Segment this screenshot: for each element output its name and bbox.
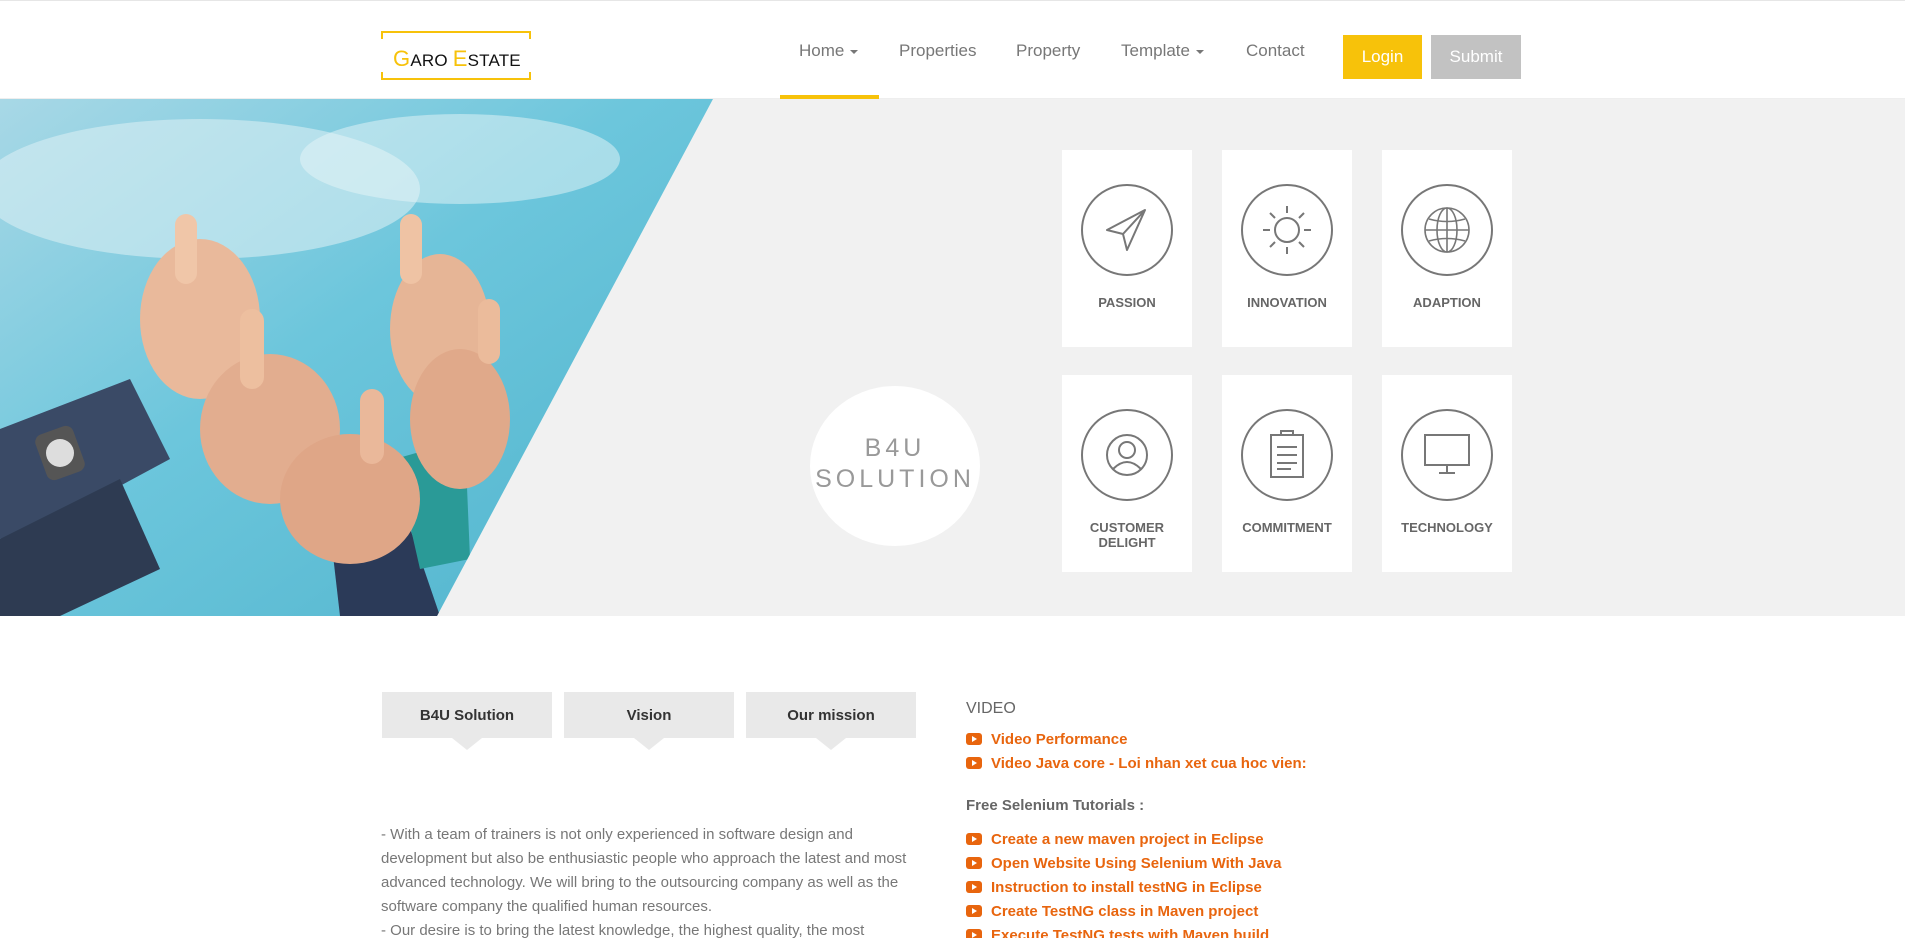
nav-item-template[interactable]: Template xyxy=(1121,41,1204,61)
nav-item-home[interactable]: Home xyxy=(799,41,859,61)
value-card-technology[interactable]: TECHNOLOGY xyxy=(1382,375,1512,572)
login-button[interactable]: Login xyxy=(1343,35,1422,79)
value-card-commitment[interactable]: COMMITMENT xyxy=(1222,375,1352,572)
value-card-adaption[interactable]: ADAPTION xyxy=(1382,150,1512,347)
badge-title-line2: SOLUTION xyxy=(815,465,975,493)
hero-section: B4U SOLUTION PASSION INNOVATION ADAPTION… xyxy=(0,99,1905,616)
tutorial-link[interactable]: Create a new maven project in Eclipse xyxy=(966,831,1282,855)
site-logo[interactable]: GARO ESTATE xyxy=(380,31,532,80)
tutorial-link[interactable]: Open Website Using Selenium With Java xyxy=(966,855,1282,879)
value-card-passion[interactable]: PASSION xyxy=(1062,150,1192,347)
about-paragraph: - Our desire is to bring the latest know… xyxy=(381,922,865,938)
video-link[interactable]: Video Java core - Loi nhan xet cua hoc v… xyxy=(966,755,1307,779)
tutorial-link[interactable]: Create TestNG class in Maven project xyxy=(966,903,1282,927)
video-link[interactable]: Video Performance xyxy=(966,731,1307,755)
card-label: INNOVATION xyxy=(1247,295,1327,310)
youtube-icon xyxy=(966,905,982,917)
nav-item-property[interactable]: Property xyxy=(1016,41,1080,61)
clipboard-icon xyxy=(1241,409,1333,501)
tab-vision[interactable]: Vision xyxy=(564,692,734,750)
globe-icon xyxy=(1401,184,1493,276)
video-links: Video Performance Video Java core - Loi … xyxy=(966,731,1307,779)
user-icon xyxy=(1081,409,1173,501)
tab-b4u-solution[interactable]: B4U Solution xyxy=(382,692,552,750)
youtube-icon xyxy=(966,881,982,893)
b4u-solution-badge: B4U SOLUTION xyxy=(810,386,980,546)
card-label: TECHNOLOGY xyxy=(1401,520,1493,535)
sun-icon xyxy=(1241,184,1333,276)
nav-item-contact[interactable]: Contact xyxy=(1246,41,1305,61)
chevron-down-icon xyxy=(1195,49,1204,54)
value-card-customer-delight[interactable]: CUSTOMER DELIGHT xyxy=(1062,375,1192,572)
card-label: COMMITMENT xyxy=(1242,520,1332,535)
tutorial-link[interactable]: Execute TestNG tests with Maven build xyxy=(966,927,1282,938)
youtube-icon xyxy=(966,833,982,845)
youtube-icon xyxy=(966,857,982,869)
tutorial-links: Create a new maven project in Eclipse Op… xyxy=(966,831,1282,938)
card-label: ADAPTION xyxy=(1413,295,1481,310)
nav-item-properties[interactable]: Properties xyxy=(899,41,976,61)
tab-our-mission[interactable]: Our mission xyxy=(746,692,916,750)
tutorial-link[interactable]: Instruction to install testNG in Eclipse xyxy=(966,879,1282,903)
site-header: GARO ESTATE Home Properties Property Tem… xyxy=(0,0,1905,99)
monitor-icon xyxy=(1401,409,1493,501)
about-paragraph: - With a team of trainers is not only ex… xyxy=(381,826,907,915)
youtube-icon xyxy=(966,929,982,938)
card-label: CUSTOMER DELIGHT xyxy=(1089,520,1165,550)
free-tutorials-heading: Free Selenium Tutorials : xyxy=(966,797,1145,814)
chevron-down-icon xyxy=(850,49,859,54)
paper-plane-icon xyxy=(1081,184,1173,276)
hero-thumbs-up-image xyxy=(0,99,713,616)
badge-title-line1: B4U xyxy=(864,434,926,462)
video-heading: VIDEO xyxy=(966,700,1016,717)
submit-button[interactable]: Submit xyxy=(1431,35,1521,79)
logo-text: GARO ESTATE xyxy=(393,46,521,71)
card-label: PASSION xyxy=(1098,295,1156,310)
value-card-innovation[interactable]: INNOVATION xyxy=(1222,150,1352,347)
youtube-icon xyxy=(966,757,982,769)
about-text: - With a team of trainers is not only ex… xyxy=(381,823,926,938)
youtube-icon xyxy=(966,733,982,745)
